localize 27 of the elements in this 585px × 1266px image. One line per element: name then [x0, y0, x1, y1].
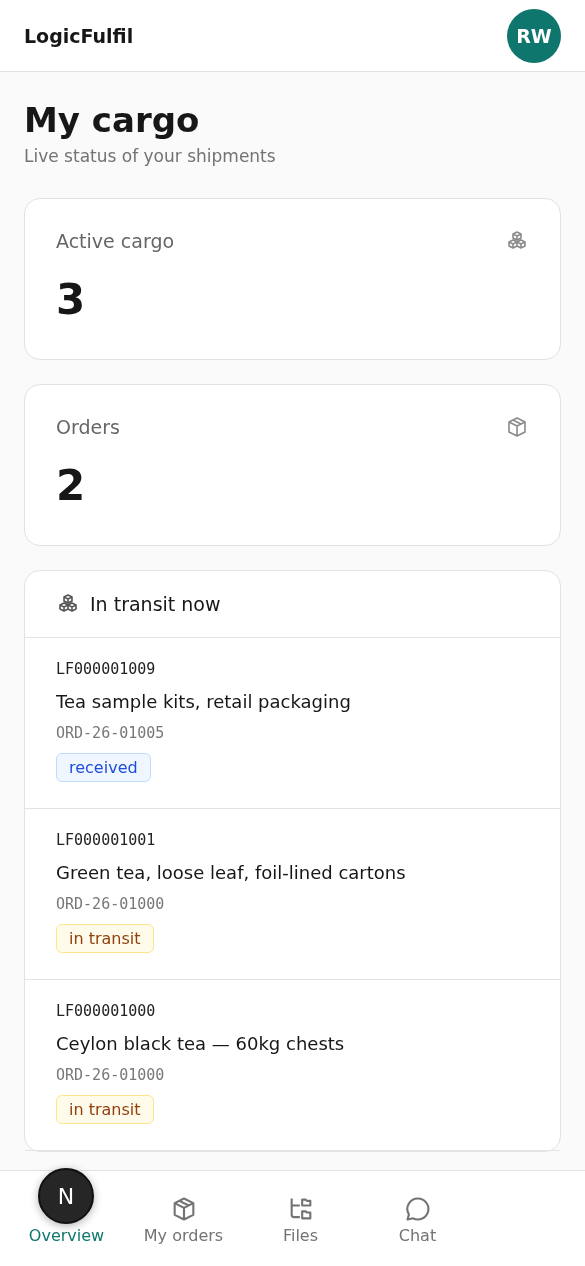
nav-tab[interactable]: Overview [8, 1226, 125, 1246]
nav-tab[interactable]: Files [242, 1195, 359, 1246]
nav-tab[interactable]: My orders [125, 1195, 242, 1246]
order-number: ORD-26-01000 [56, 1065, 166, 1086]
section-title: In transit now [90, 593, 221, 615]
tracking-code: LF000001001 [56, 830, 157, 851]
stat-label: Orders [56, 416, 120, 438]
nav-tab[interactable]: Chat [359, 1195, 476, 1246]
status-tag: in transit [56, 1095, 154, 1124]
stat-value: 2 [56, 461, 87, 511]
cargo-name: Ceylon black tea — 60kg chests [56, 1032, 346, 1056]
page-subtitle: Live status of your shipments [24, 145, 277, 168]
page-title: My cargo [24, 99, 201, 142]
cargo-name: Green tea, loose leaf, foil-lined cartons [56, 861, 407, 885]
status-tag: received [56, 753, 151, 782]
chat-icon [403, 1195, 432, 1223]
order-number: ORD-26-01005 [56, 723, 166, 744]
tracking-code: LF000001000 [56, 1001, 157, 1022]
tracking-code: LF000001009 [56, 659, 157, 680]
stat-label: Active cargo [56, 230, 175, 252]
stat-value: 3 [56, 275, 87, 325]
status-tag: in transit [56, 924, 154, 953]
brand-name: LogicFulfil [24, 24, 134, 47]
order-number: ORD-26-01000 [56, 894, 166, 915]
avatar-button[interactable]: RW [507, 8, 561, 63]
package-icon [505, 415, 529, 439]
cargo-name: Tea sample kits, retail packaging [56, 690, 352, 714]
